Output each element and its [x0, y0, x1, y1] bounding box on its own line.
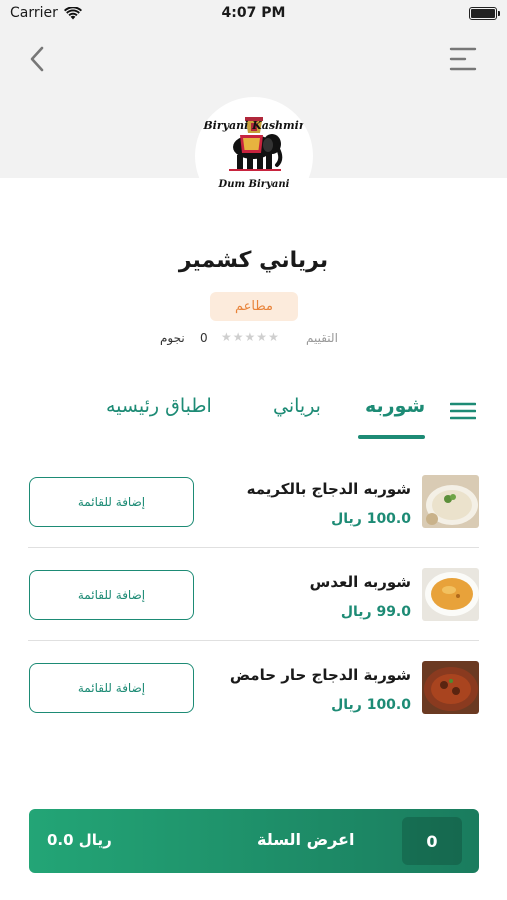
star-icon: ★: [268, 330, 280, 344]
logo-bottom-text: Dum Biryani: [218, 179, 290, 190]
back-chevron-icon: [30, 46, 44, 72]
rating-label: التقييم: [306, 331, 338, 345]
rating-unit: نجوم: [160, 331, 185, 345]
add-to-list-button[interactable]: إضافة للقائمة: [29, 663, 194, 713]
tab-biryani[interactable]: برياني: [273, 395, 321, 417]
item-price: 100.0 ريال: [331, 511, 411, 527]
item-name: شوربة الدجاج حار حامض: [229, 666, 411, 684]
logo-top-text: Biryani Kashmir: [203, 119, 305, 132]
list-item: شوربة الدجاج حار حامض 100.0 ريال إضافة ل…: [0, 642, 507, 734]
category-tabs: شوربه برياني اطباق رئيسيه: [0, 385, 507, 441]
star-icon: ★: [232, 330, 245, 344]
star-icon: ★: [244, 330, 257, 344]
rating-value: 0: [200, 331, 208, 345]
item-price: 100.0 ريال: [331, 697, 411, 713]
item-price: 99.0 ريال: [340, 604, 411, 620]
divider: [28, 547, 479, 548]
divider: [28, 640, 479, 641]
cart-count-badge: 0: [402, 817, 462, 865]
hot-sour-soup-image: [422, 661, 479, 714]
category-badge: مطاعم: [210, 292, 298, 321]
hamburger-menu-icon: [449, 47, 477, 71]
rating-row: التقييم ★★★★★ 0 نجوم: [0, 330, 507, 349]
back-button[interactable]: [22, 44, 52, 74]
list-item: شوربه الدجاج بالكريمه 100.0 ريال إضافة ل…: [0, 456, 507, 548]
active-tab-indicator: [358, 435, 425, 439]
cart-label: اعرض السلة: [257, 830, 355, 849]
restaurant-name: برياني كشمير: [178, 248, 329, 273]
add-to-list-button[interactable]: إضافة للقائمة: [29, 477, 194, 527]
lentil-soup-image: [422, 568, 479, 621]
item-name: شوربه العدس: [309, 573, 411, 591]
star-icon: ★: [221, 330, 233, 344]
item-name: شوربه الدجاج بالكريمه: [246, 480, 411, 498]
item-image: [422, 475, 479, 528]
star-icon: ★: [256, 330, 269, 344]
add-to-list-button[interactable]: إضافة للقائمة: [29, 570, 194, 620]
restaurant-logo: Biryani Kashmir Dum Biryani: [195, 97, 313, 215]
item-image: [422, 568, 479, 621]
battery-icon: [469, 7, 500, 20]
cart-total: 0.0 ريال: [47, 831, 112, 849]
tab-main-dishes[interactable]: اطباق رئيسيه: [106, 395, 212, 417]
list-item: شوربه العدس 99.0 ريال إضافة للقائمة: [0, 549, 507, 641]
creamy-soup-image: [422, 475, 479, 528]
rating-stars: ★★★★★: [221, 330, 280, 344]
list-menu-icon: [449, 402, 477, 420]
categories-menu-button[interactable]: [449, 401, 477, 421]
status-time: 4:07 PM: [221, 5, 286, 21]
tab-soups[interactable]: شوربه: [365, 395, 425, 417]
side-menu-button[interactable]: [449, 46, 477, 72]
view-cart-button[interactable]: 0.0 ريال اعرض السلة 0: [29, 809, 479, 873]
status-bar: Carrier 4:07 PM: [0, 0, 507, 28]
item-image: [422, 661, 479, 714]
